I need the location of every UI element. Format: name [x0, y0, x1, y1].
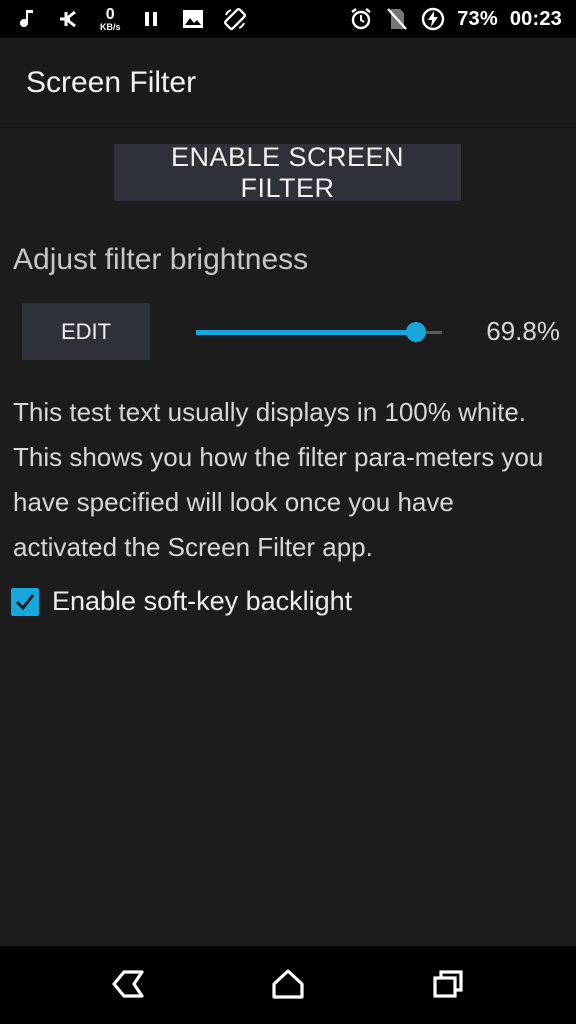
music-note-icon [16, 7, 40, 31]
battery-charging-icon [421, 7, 445, 31]
check-icon [15, 593, 35, 610]
bluetooth-k-icon [58, 7, 82, 31]
softkey-backlight-checkbox[interactable] [11, 587, 39, 616]
navigation-bar [0, 946, 576, 1024]
slider-thumb[interactable] [406, 322, 426, 342]
status-icons-right: 73% 00:23 [349, 7, 562, 31]
home-icon[interactable] [268, 966, 308, 1002]
softkey-backlight-label: Enable soft-key backlight [52, 586, 353, 616]
softkey-backlight-row[interactable]: Enable soft-key backlight [11, 586, 352, 617]
clock: 00:23 [509, 7, 562, 30]
app-title: Screen Filter [26, 65, 197, 99]
no-sim-icon [385, 7, 409, 31]
section-title: Adjust filter brightness [13, 243, 309, 276]
pause-icon [139, 7, 163, 31]
network-speed: 0 KB/s [100, 5, 121, 32]
status-icons-left: 0 KB/s [16, 5, 247, 32]
net-speed-value: 0 [105, 5, 115, 23]
brightness-value: 69.8% [486, 316, 560, 346]
main-content: ENABLE SCREEN FILTER Adjust filter brigh… [0, 128, 576, 946]
slider-fill [196, 330, 416, 335]
alarm-icon [349, 7, 373, 31]
enable-screen-filter-button[interactable]: ENABLE SCREEN FILTER [114, 142, 461, 203]
screen-rotation-icon [223, 7, 247, 31]
brightness-slider[interactable] [196, 321, 442, 343]
net-speed-unit: KB/s [100, 21, 121, 32]
recents-icon[interactable] [428, 966, 468, 1002]
edit-button[interactable]: EDIT [22, 303, 150, 360]
back-icon[interactable] [108, 966, 148, 1002]
status-bar: 0 KB/s 73% 00:23 [0, 0, 576, 38]
test-text: This test text usually displays in 100% … [13, 397, 544, 562]
battery-percent: 73% [457, 7, 498, 30]
app-bar: Screen Filter [0, 38, 576, 128]
image-icon [181, 7, 205, 31]
